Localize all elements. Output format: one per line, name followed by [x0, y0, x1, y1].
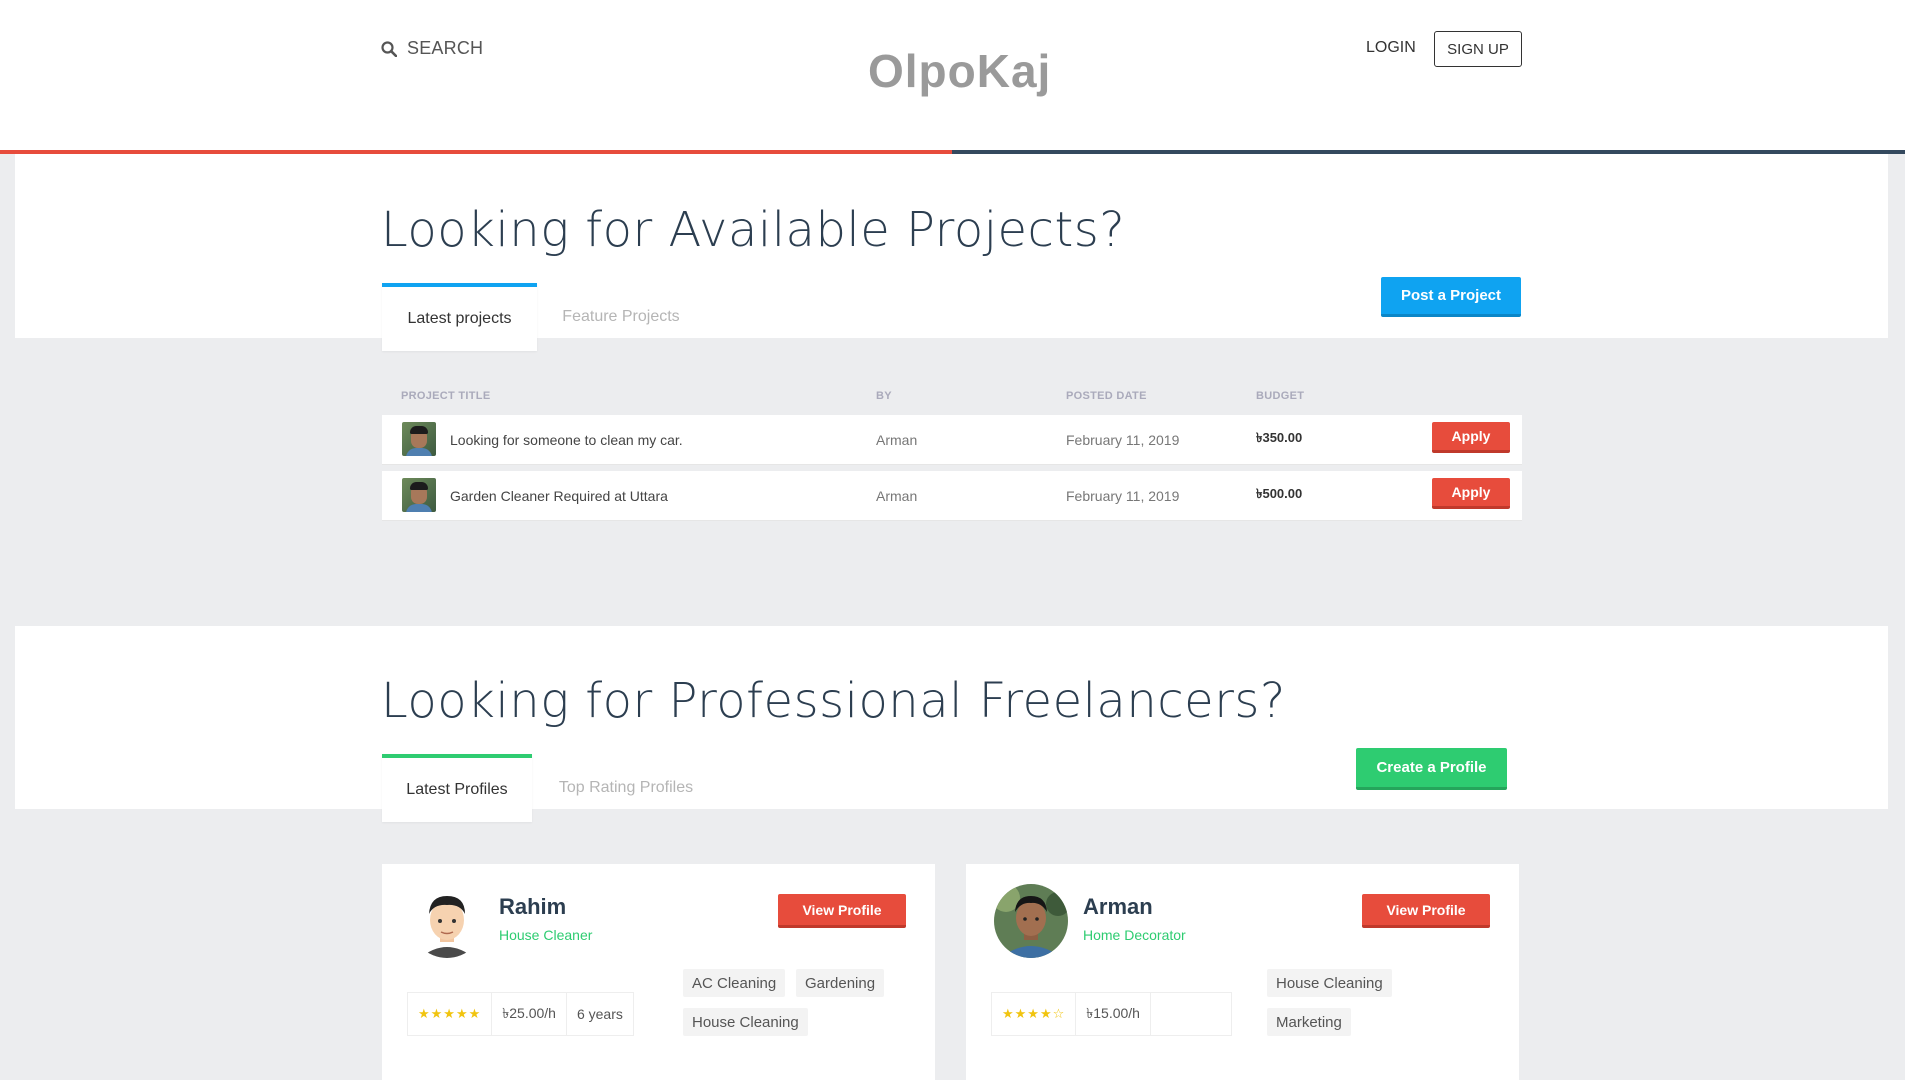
profile-name[interactable]: Rahim [499, 894, 566, 920]
table-row[interactable]: Garden Cleaner Required at Uttara Arman … [382, 471, 1522, 521]
hourly-rate: ৳25.00/h [492, 993, 567, 1035]
profile-name[interactable]: Arman [1083, 894, 1153, 920]
profile-card: Rahim House Cleaner View Profile ★★★★★ ৳… [382, 864, 935, 1080]
apply-button[interactable]: Apply [1432, 478, 1510, 509]
profile-role: Home Decorator [1083, 927, 1186, 943]
experience [1151, 993, 1231, 1035]
post-project-button[interactable]: Post a Project [1381, 277, 1521, 317]
skill-tag[interactable]: Marketing [1267, 1008, 1351, 1036]
tab-top-rating-profiles[interactable]: Top Rating Profiles [548, 754, 704, 822]
profile-avatar [410, 884, 484, 958]
skill-tag[interactable]: Gardening [796, 969, 885, 997]
profile-avatar [994, 884, 1068, 958]
rating-stars: ★★★★☆ [992, 993, 1077, 1035]
profile-stats: ★★★★☆ ৳15.00/h [991, 992, 1232, 1036]
project-date: February 11, 2019 [1066, 431, 1180, 448]
tab-latest-projects[interactable]: Latest projects [382, 283, 537, 351]
project-by: Arman [876, 431, 918, 448]
poster-avatar [402, 422, 436, 456]
page: SEARCH OlpoKaj LOGIN SIGN UP Looking for… [0, 0, 1905, 1080]
project-budget: ৳350.00 [1256, 430, 1303, 445]
site-header: SEARCH OlpoKaj LOGIN SIGN UP [0, 0, 1905, 151]
rating-stars: ★★★★★ [408, 993, 493, 1035]
project-date: February 11, 2019 [1066, 487, 1180, 504]
project-title[interactable]: Looking for someone to clean my car. [450, 415, 683, 464]
tab-latest-profiles[interactable]: Latest Profiles [382, 754, 532, 822]
tab-feature-projects[interactable]: Feature Projects [553, 283, 689, 351]
column-header-date: POSTED DATE [1066, 390, 1147, 402]
profile-stats: ★★★★★ ৳25.00/h 6 years [407, 992, 634, 1036]
profile-role: House Cleaner [499, 927, 593, 943]
skill-tag[interactable]: House Cleaning [1267, 969, 1392, 997]
column-header-title: PROJECT TITLE [401, 390, 491, 402]
search-label: SEARCH [407, 38, 484, 58]
project-title[interactable]: Garden Cleaner Required at Uttara [450, 471, 668, 520]
freelancers-title: Looking for Professional Freelancers? [381, 673, 1286, 729]
column-header-budget: BUDGET [1256, 390, 1305, 402]
tab-label: Latest projects [407, 310, 512, 327]
table-row[interactable]: Looking for someone to clean my car. Arm… [382, 415, 1522, 465]
skill-tag[interactable]: House Cleaning [683, 1008, 808, 1036]
tab-label: Latest Profiles [406, 781, 508, 798]
hourly-rate: ৳15.00/h [1076, 993, 1151, 1035]
experience: 6 years [576, 1006, 623, 1022]
signup-button[interactable]: SIGN UP [1434, 31, 1522, 67]
search-button[interactable]: SEARCH [381, 38, 483, 59]
create-profile-button[interactable]: Create a Profile [1356, 748, 1507, 790]
apply-button[interactable]: Apply [1432, 422, 1510, 453]
skill-tag[interactable]: AC Cleaning [683, 969, 786, 997]
profile-card: Arman Home Decorator View Profile ★★★★☆ … [966, 864, 1519, 1080]
view-profile-button[interactable]: View Profile [1362, 894, 1490, 928]
project-budget: ৳500.00 [1256, 486, 1303, 501]
tab-label: Feature Projects [562, 308, 680, 325]
poster-avatar [402, 478, 436, 512]
view-profile-button[interactable]: View Profile [778, 894, 906, 928]
search-icon [381, 40, 397, 57]
projects-title: Looking for Available Projects? [381, 202, 1126, 258]
column-header-by: BY [876, 390, 892, 402]
site-logo[interactable]: OlpoKaj [868, 44, 1051, 98]
tab-label: Top Rating Profiles [558, 779, 694, 796]
project-by: Arman [876, 487, 918, 504]
login-link[interactable]: LOGIN [1366, 39, 1416, 57]
